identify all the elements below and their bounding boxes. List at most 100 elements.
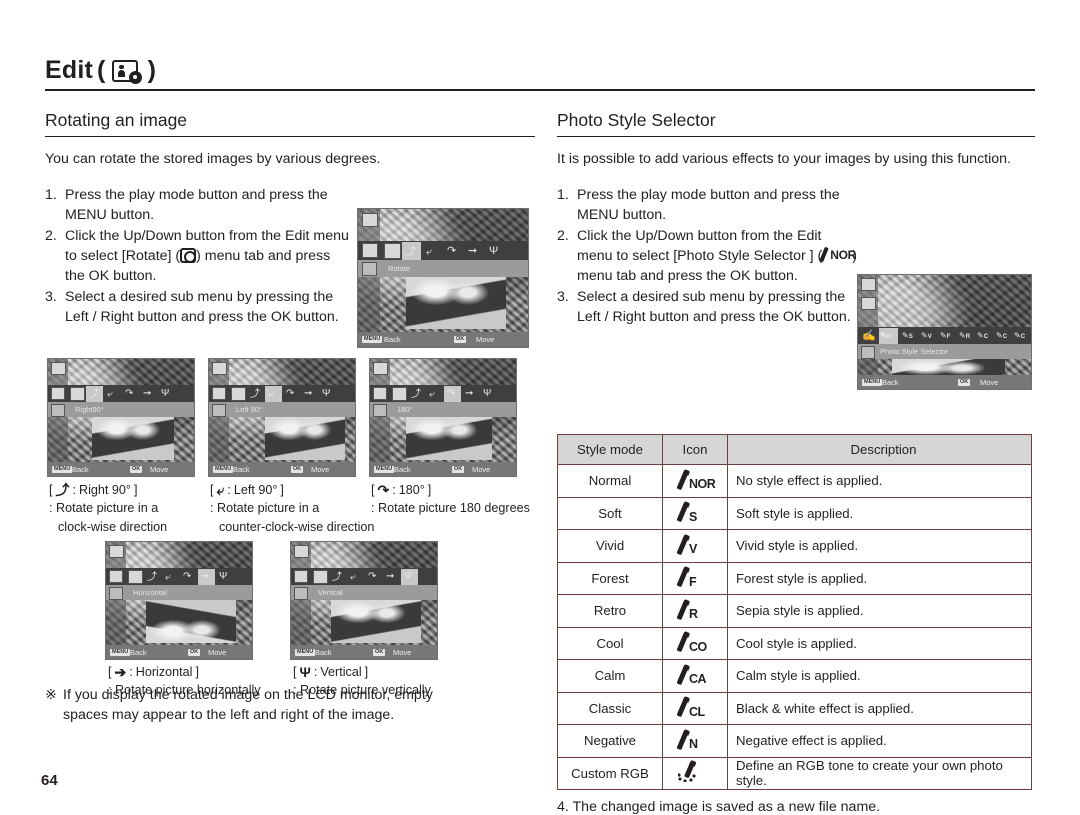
cell-description: Sepia style is applied.	[727, 594, 1032, 628]
list-item: 2. Click the Up/Down button from the Edi…	[557, 227, 857, 286]
style-normal-icon: NOR	[676, 470, 716, 491]
lcd-back-label: Back	[72, 465, 89, 475]
caption-desc-1: : Rotate picture in a	[49, 501, 159, 516]
style-icon-label: S	[689, 509, 697, 524]
cell-style-mode: Normal	[557, 464, 663, 498]
lcd-back-label: Back	[130, 648, 147, 658]
cell-style-mode: Negative	[557, 724, 663, 758]
bracket-open: [	[371, 483, 375, 498]
lcd-preview-180: ⤴ ⤶ ↷ ➞ Ψ 180° MENU Back OK Move	[369, 358, 517, 478]
table-row: Normal NOR No style effect is applied.	[557, 464, 1032, 498]
caption-title: Horizontal	[135, 665, 193, 680]
caption-desc-2: clock-wise direction	[58, 519, 168, 534]
style-retro-icon: R	[676, 600, 712, 621]
rotate-left-90-icon: ⤶	[216, 482, 225, 499]
step-text: Click the Up/Down button from the Edit m…	[65, 227, 350, 286]
colon: :	[129, 665, 133, 680]
lcd-move-label: Move	[393, 648, 412, 658]
cell-icon: S	[662, 496, 728, 531]
cell-description: No style effect is applied.	[727, 464, 1032, 498]
lcd-menu-label: Right90°	[75, 405, 104, 415]
colon: :	[313, 665, 318, 680]
manual-page: Edit ( ) Rotating an image You can rotat…	[0, 0, 1080, 815]
step-number: 1.	[45, 187, 57, 204]
cell-icon: F	[662, 561, 728, 596]
table-row: Soft S Soft style is applied.	[557, 496, 1032, 531]
step-text-before: Click the Up/Down button from the Edit m…	[577, 228, 823, 264]
caption-horizontal: [ ➔ : Horizontal ] : Rotate picture hori…	[108, 663, 298, 700]
cell-description: Negative effect is applied.	[727, 724, 1032, 758]
cell-description: Black & white effect is applied.	[727, 691, 1032, 726]
lcd-ok-tag: OK	[452, 465, 465, 474]
bracket-close: ]	[195, 665, 199, 680]
cell-style-mode: Calm	[557, 659, 663, 693]
style-custom-rgb-icon	[678, 762, 712, 783]
section-title-photo-style: Photo Style Selector	[557, 110, 716, 130]
table-row: Vivid V Vivid style is applied.	[557, 529, 1032, 563]
table-row: Classic CL Black & white effect is appli…	[557, 691, 1032, 726]
caption-heading: [ ⤴ : Right 90° ]	[49, 481, 199, 499]
table-row: Retro R Sepia style is applied.	[557, 594, 1032, 628]
lcd-menu-label: Vertical	[318, 588, 343, 598]
caption-desc-1: : Rotate picture horizontally	[108, 683, 261, 698]
close-paren: )	[147, 56, 157, 84]
list-item: 1. Press the play mode button and press …	[45, 186, 350, 225]
cell-style-mode: Custom RGB	[557, 756, 663, 791]
cell-icon: CA	[662, 659, 728, 693]
list-item: 3. Select a desired sub menu by pressing…	[45, 288, 350, 327]
lcd-menu-label: Left 90°	[236, 405, 262, 415]
col-style-mode: Style mode	[557, 434, 663, 466]
cell-icon: CO	[662, 626, 728, 661]
lcd-menu-label: 180°	[397, 405, 413, 415]
cell-icon	[662, 756, 728, 791]
style-cool-icon: CO	[676, 633, 712, 653]
cell-icon: N	[662, 724, 728, 758]
lcd-back-label: Back	[882, 378, 899, 388]
lcd-menu-tag: MENU	[52, 465, 73, 474]
left-lead-text: You can rotate the stored images by vari…	[45, 151, 381, 167]
lcd-back-label: Back	[384, 335, 401, 345]
bracket-close: ]	[364, 665, 369, 680]
style-icon-label: V	[689, 542, 697, 557]
table-row: Negative N Negative effect is applied.	[557, 724, 1032, 758]
style-classic-icon: CL	[676, 698, 712, 719]
lcd-move-label: Move	[472, 465, 491, 475]
lcd-ok-tag: OK	[130, 465, 143, 474]
chapter-divider	[45, 89, 1035, 91]
cell-description: Soft style is applied.	[727, 496, 1032, 531]
caption-desc-1: : Rotate picture 180 degrees	[371, 501, 530, 516]
style-negative-icon: N	[676, 730, 712, 751]
section-divider-left	[45, 136, 535, 137]
step-text: Press the play mode button and press the…	[577, 187, 840, 223]
flip-horizontal-icon: ➔	[114, 664, 127, 681]
caption-desc-1: : Rotate picture vertically	[293, 683, 431, 698]
cell-style-mode: Classic	[557, 691, 663, 726]
lcd-back-label: Back	[233, 465, 250, 475]
bracket-open: [	[210, 483, 214, 498]
rotate-icon	[180, 247, 197, 263]
step-number: 2.	[557, 228, 569, 245]
lcd-menu-tag: MENU	[362, 335, 383, 344]
step-text: Select a desired sub menu by pressing th…	[65, 289, 339, 325]
note-line-2: spaces may appear to the left and right …	[63, 707, 395, 724]
caption-right90: [ ⤴ : Right 90° ] : Rotate picture in a …	[49, 481, 199, 536]
col-description: Description	[727, 434, 1032, 466]
photo-style-nor-icon: NOR	[819, 246, 856, 263]
photo-style-table: Style mode Icon Description Normal NOR N…	[557, 434, 1032, 791]
cell-icon: V	[662, 529, 728, 563]
colon: :	[227, 483, 231, 498]
chapter-header: Edit ( )	[45, 58, 1035, 91]
section-title-rotating: Rotating an image	[45, 110, 188, 130]
caption-title: Left 90°	[233, 483, 278, 498]
edit-photo-gear-icon	[111, 59, 142, 84]
rotate-right-90-icon: ⤴	[55, 482, 70, 499]
step-text: Select a desired sub menu by pressing th…	[577, 289, 851, 325]
lcd-menu-tag: MENU	[862, 378, 883, 387]
cell-icon: R	[662, 594, 728, 628]
photo-style-steps: 1. Press the play mode button and press …	[557, 186, 857, 327]
caption-desc-1: : Rotate picture in a	[210, 501, 320, 516]
caption-title: Right 90°	[79, 483, 131, 498]
style-icon-label: CL	[689, 704, 705, 719]
lcd-move-label: Move	[980, 378, 999, 388]
step-number: 3.	[557, 289, 569, 306]
